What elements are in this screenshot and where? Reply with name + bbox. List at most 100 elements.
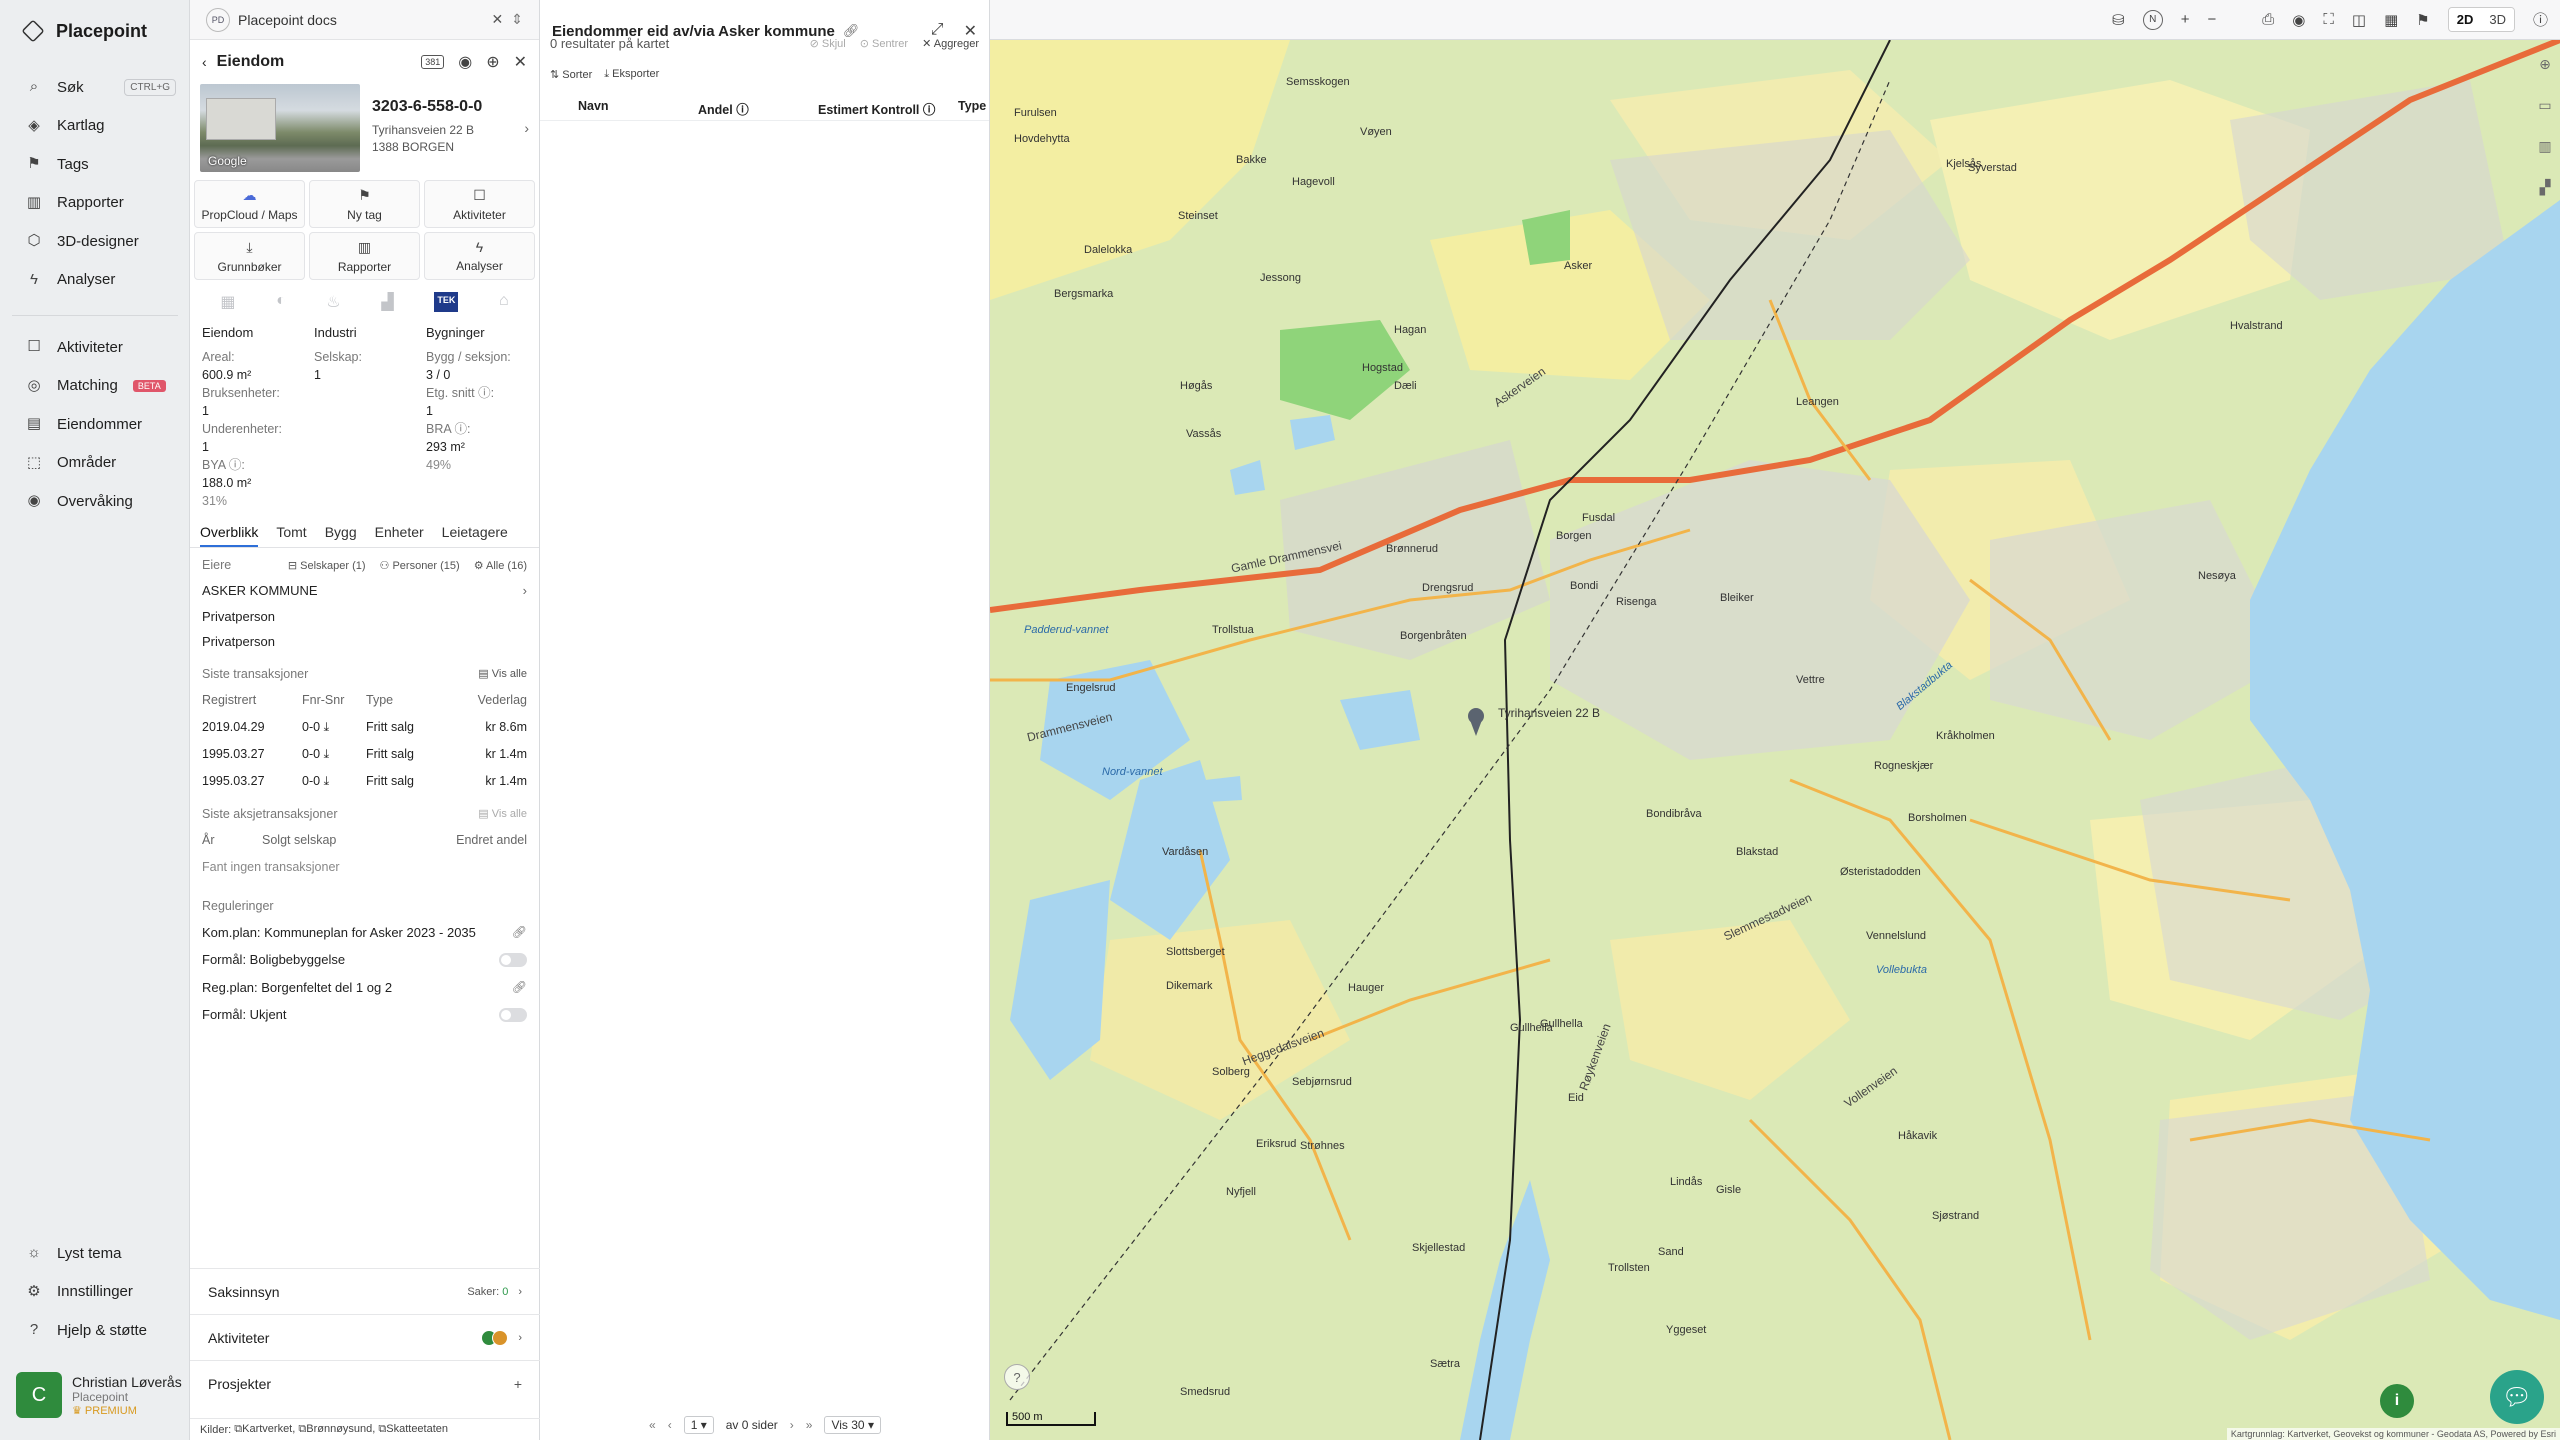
activities-section[interactable]: Aktiviteter › — [190, 1314, 540, 1360]
nav-item-reports[interactable]: ▥ Rapporter — [0, 184, 190, 223]
print-icon[interactable]: ⎙ — [2262, 11, 2274, 28]
all-filter[interactable]: ⚙ Alle (16) — [474, 559, 527, 572]
export-button[interactable]: ⤓ Eksporter — [604, 68, 659, 81]
chevron-updown-icon[interactable]: ⇕ — [511, 11, 523, 28]
nav-item-help[interactable]: ? Hjelp & støtte — [0, 1311, 190, 1350]
activities-button[interactable]: ☐ Aktiviteter — [424, 180, 535, 228]
center-button[interactable]: ⊙ Sentrer — [860, 37, 908, 50]
zoom-out-icon[interactable]: − — [2208, 11, 2217, 28]
analyses-button[interactable]: ϟ Analyser — [424, 232, 535, 280]
workspace-name[interactable]: Placepoint docs — [238, 12, 337, 28]
table-row[interactable]: 1995.03.27 0-0 ⤓ Fritt salg kr 1.4m — [190, 741, 539, 768]
col-type[interactable]: Type — [958, 99, 986, 120]
mode-2d-button[interactable]: 2D — [2448, 8, 2482, 31]
globe-icon[interactable]: ◐ — [276, 292, 286, 312]
nav-item-analyses[interactable]: ϟ Analyser — [0, 261, 190, 300]
plus-icon[interactable]: + — [514, 1376, 522, 1392]
tab-bygg[interactable]: Bygg — [325, 522, 357, 547]
back-icon[interactable]: ‹ — [202, 54, 207, 70]
map-canvas[interactable]: Tyrihansveien 22 B Semsskogen Furulsen H… — [990, 40, 2560, 1440]
shape-icon[interactable]: ▞ — [2540, 179, 2551, 196]
tab-enheter[interactable]: Enheter — [375, 522, 424, 547]
link-icon[interactable]: 🔗︎ — [512, 980, 527, 994]
eye-icon[interactable]: ◉ — [2292, 11, 2305, 29]
camera-icon[interactable]: ◫ — [2352, 11, 2366, 29]
col-name[interactable]: Navn — [578, 99, 698, 120]
zoom-in-icon[interactable]: + — [2181, 11, 2190, 28]
fullscreen-icon[interactable]: ⛶ — [2323, 11, 2334, 28]
chevron-right-icon[interactable]: › — [524, 120, 529, 136]
see-all-share-tx-link[interactable]: ▤ Vis alle — [478, 807, 527, 820]
close-workspace-icon[interactable]: ✕ — [492, 11, 504, 28]
map-help-icon[interactable]: ? — [1004, 1364, 1030, 1390]
projects-section[interactable]: Prosjekter + — [190, 1360, 540, 1406]
col-estimated-control[interactable]: Estimert Kontroll ⓘ — [818, 99, 958, 120]
prev-page-icon[interactable]: ‹ — [668, 1418, 672, 1432]
first-page-icon[interactable]: « — [649, 1418, 656, 1432]
factory-icon[interactable]: ♨ — [326, 292, 340, 312]
bookmark-icon[interactable]: ⚑ — [2416, 11, 2429, 29]
street-view-photo[interactable]: Google — [200, 84, 360, 172]
tab-overblikk[interactable]: Overblikk — [200, 522, 259, 547]
aggregate-button[interactable]: ✕ Aggreger — [922, 37, 979, 50]
source-link[interactable]: ⧉Kartverket, — [234, 1423, 298, 1436]
tab-leietagere[interactable]: Leietagere — [442, 522, 508, 547]
owner-row[interactable]: Privatperson — [190, 604, 539, 630]
see-all-transactions-link[interactable]: ▤ Vis alle — [478, 667, 527, 680]
companies-filter[interactable]: ⊟ Selskaper (1) — [288, 559, 366, 572]
tab-tomt[interactable]: Tomt — [276, 522, 306, 547]
link-icon[interactable]: 🔗︎ — [512, 925, 527, 939]
measure-icon[interactable]: ⊕ — [2539, 56, 2551, 73]
regulation-toggle[interactable] — [499, 1007, 527, 1022]
info-icon[interactable]: ⓘ — [2533, 9, 2548, 30]
download-icon[interactable]: ⤓ — [324, 774, 330, 788]
nav-item-tags[interactable]: ⚑ Tags — [0, 145, 190, 184]
eye-icon[interactable]: ◉ — [458, 52, 472, 72]
download-icon[interactable]: ⤓ — [324, 720, 330, 734]
hide-button[interactable]: ⊘ Skjul — [810, 37, 846, 50]
download-icon[interactable]: ⤓ — [324, 747, 330, 761]
table-row[interactable]: 1995.03.27 0-0 ⤓ Fritt salg kr 1.4m — [190, 768, 539, 795]
regulation-row[interactable]: Reg.plan: Borgenfeltet del 1 og 2 🔗︎ — [190, 974, 539, 1002]
mode-3d-button[interactable]: 3D — [2481, 8, 2514, 31]
saksinnsyn-section[interactable]: Saksinnsyn Saker: 0 › — [190, 1268, 540, 1314]
info-icon[interactable]: i — [2380, 1384, 2414, 1418]
page-select[interactable]: 1 ▾ — [683, 1416, 714, 1434]
regulation-toggle[interactable] — [499, 952, 527, 967]
owner-row[interactable]: Privatperson — [190, 629, 539, 655]
next-page-icon[interactable]: › — [790, 1418, 794, 1432]
nav-item-activities[interactable]: ☐ Aktiviteter — [0, 328, 190, 367]
col-share[interactable]: Andel ⓘ — [698, 99, 818, 120]
chart-icon[interactable]: ▥ — [2538, 138, 2551, 155]
source-link[interactable]: ⧉Brønnøysund, — [298, 1423, 378, 1436]
brand[interactable]: Placepoint — [21, 19, 147, 43]
reports-button[interactable]: ▥ Rapporter — [309, 232, 420, 280]
bars-icon[interactable]: ▟ — [381, 292, 393, 312]
nav-item-monitoring[interactable]: ◉ Overvåking — [0, 482, 190, 521]
matrikkel-badge-icon[interactable]: 381 — [421, 55, 445, 69]
nav-item-areas[interactable]: ⬚ Områder — [0, 444, 190, 483]
land-registry-button[interactable]: ⤓ Grunnbøker — [194, 232, 305, 280]
nav-item-layers[interactable]: ◈ Kartlag — [0, 107, 190, 146]
source-link[interactable]: ⧉Skatteetaten — [378, 1423, 448, 1436]
sort-button[interactable]: ⇅ Sorter — [550, 68, 592, 81]
owner-row[interactable]: ASKER KOMMUNE › — [190, 578, 539, 604]
br-icon[interactable]: ▦ — [220, 292, 235, 312]
layers-stack-icon[interactable]: ⛁ — [2112, 11, 2125, 29]
propcloud-button[interactable]: ☁ PropCloud / Maps — [194, 180, 305, 228]
close-icon[interactable]: ✕ — [514, 52, 527, 72]
draw-icon[interactable]: ▭ — [2538, 97, 2551, 114]
table-row[interactable]: 2019.04.29 0-0 ⤓ Fritt salg kr 8.6m — [190, 714, 539, 741]
grid-icon[interactable]: ▦ — [2384, 11, 2398, 29]
per-page-select[interactable]: Vis 30 ▾ — [824, 1416, 881, 1434]
chat-support-icon[interactable]: 💬︎ — [2490, 1370, 2544, 1424]
user-card[interactable]: C Christian Løverås Placepoint ♛ PREMIUM — [16, 1372, 182, 1418]
nav-item-light-theme[interactable]: ☼ Lyst tema — [0, 1234, 190, 1273]
add-circle-icon[interactable]: ⊕ — [486, 52, 499, 72]
tek-icon[interactable]: TEK — [434, 292, 459, 312]
last-page-icon[interactable]: » — [806, 1418, 813, 1432]
nav-item-settings[interactable]: ⚙ Innstillinger — [0, 1273, 190, 1312]
regulation-row[interactable]: Kom.plan: Kommuneplan for Asker 2023 - 2… — [190, 919, 539, 947]
property-card[interactable]: Google 3203-6-558-0-0 Tyrihansveien 22 B… — [190, 84, 539, 172]
nav-item-properties[interactable]: ▤ Eiendommer — [0, 405, 190, 444]
